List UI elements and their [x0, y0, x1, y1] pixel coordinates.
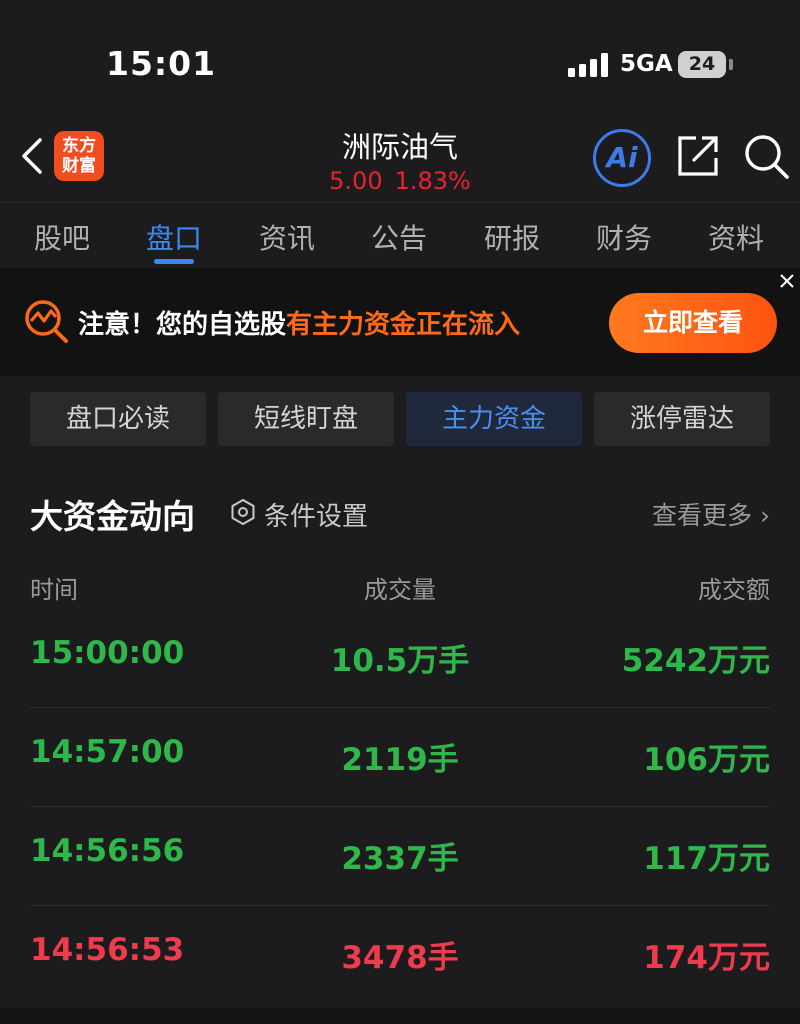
logo-line1: 东方	[62, 136, 96, 156]
table-row[interactable]: 14:56:56 2337手 117万元	[30, 807, 770, 906]
row-amount: 117万元	[643, 841, 770, 877]
logo-line2: 财富	[62, 156, 96, 176]
row-amount: 106万元	[643, 742, 770, 778]
segment-limit-up-radar[interactable]: 涨停雷达	[594, 392, 770, 446]
table-row[interactable]: 15:00:00 10.5万手 5242万元	[30, 609, 770, 708]
ai-assistant-icon[interactable]: Ai	[593, 129, 651, 187]
active-tab-indicator	[154, 259, 194, 264]
table-row[interactable]: 14:57:00 2119手 106万元	[30, 708, 770, 807]
settings-link[interactable]: 条件设置	[264, 496, 368, 533]
battery-nub	[729, 59, 733, 70]
row-volume: 3478手	[341, 940, 459, 976]
search-icon[interactable]	[742, 132, 790, 180]
banner-highlight: 有主力资金正在流入	[286, 310, 521, 340]
table-row[interactable]: 14:56:53 3478手 174万元	[30, 906, 770, 1005]
segment-must-read[interactable]: 盘口必读	[30, 392, 206, 446]
network-label: 5GA	[620, 51, 673, 77]
bottom-divider	[0, 1008, 800, 1024]
column-header-volume: 成交量	[364, 576, 436, 604]
column-header-amount: 成交额	[698, 576, 770, 604]
tab-announcement[interactable]: 公告	[343, 217, 455, 257]
battery-level: 24	[688, 53, 716, 75]
row-time: 14:56:53	[30, 932, 185, 968]
stock-price: 5.00	[329, 167, 383, 195]
column-header-time: 时间	[30, 576, 78, 604]
app-logo[interactable]: 东方 财富	[54, 131, 104, 181]
row-time: 14:57:00	[30, 734, 185, 770]
battery-icon: 24	[678, 51, 726, 78]
section-title: 大资金动向	[30, 497, 195, 536]
close-icon[interactable]	[776, 270, 798, 292]
row-volume: 2337手	[341, 841, 459, 877]
row-time: 15:00:00	[30, 635, 185, 671]
back-icon[interactable]	[18, 136, 48, 176]
signal-icon	[568, 53, 610, 77]
tab-pankou[interactable]: 盘口	[118, 217, 230, 257]
tab-news[interactable]: 资讯	[231, 217, 343, 257]
banner-prefix: 注意！您的自选股	[78, 310, 287, 340]
row-volume: 2119手	[341, 742, 459, 778]
row-amount: 5242万元	[621, 643, 770, 679]
view-now-button[interactable]: 立即查看	[609, 293, 777, 353]
stock-quote: 5.00 1.83%	[250, 167, 550, 195]
tab-research[interactable]: 研报	[456, 217, 568, 257]
segment-short-term[interactable]: 短线盯盘	[218, 392, 394, 446]
gear-icon[interactable]	[230, 499, 256, 525]
tab-guba[interactable]: 股吧	[6, 217, 118, 257]
status-time: 15:01	[106, 44, 217, 83]
view-more-link[interactable]: 查看更多 ›	[620, 496, 770, 532]
top-tabs: 股吧 盘口 资讯 公告 研报 财务 资料	[0, 202, 800, 268]
row-time: 14:56:56	[30, 833, 185, 869]
status-bar: 15:01 5GA 24	[0, 0, 800, 110]
stock-change: 1.83%	[394, 167, 471, 195]
trend-alert-icon	[25, 300, 68, 343]
share-icon[interactable]	[676, 134, 720, 178]
row-amount: 174万元	[643, 940, 770, 976]
stock-header: 东方 财富 洲际油气 5.00 1.83% Ai	[0, 110, 800, 202]
tab-finance[interactable]: 财务	[568, 217, 680, 257]
stock-name: 洲际油气	[341, 130, 458, 164]
row-volume: 10.5万手	[330, 643, 470, 679]
tab-profile[interactable]: 资料	[680, 217, 792, 257]
segment-main-capital[interactable]: 主力资金	[406, 392, 582, 446]
banner-message: 注意！您的自选股有主力资金正在流入	[78, 304, 520, 341]
